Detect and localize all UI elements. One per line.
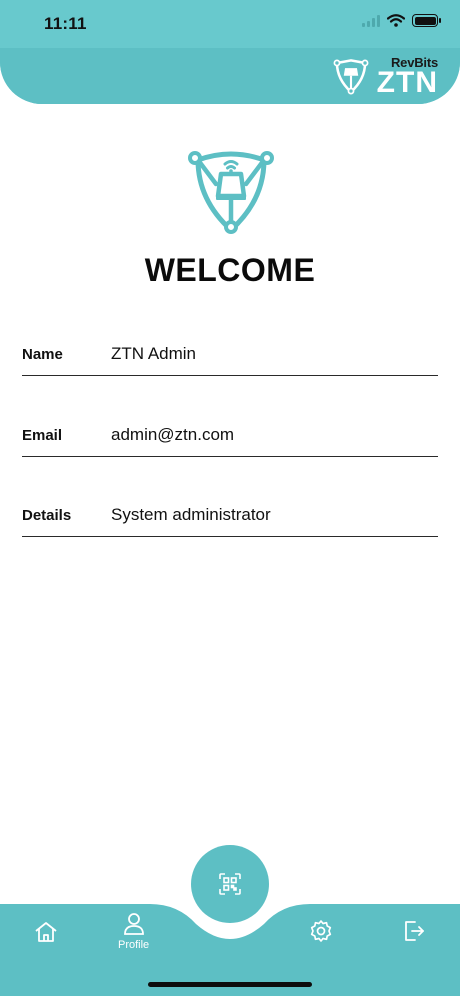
tab-home[interactable] (33, 920, 59, 944)
home-indicator (148, 982, 312, 987)
wifi-icon (387, 14, 405, 27)
tab-profile[interactable]: Profile (118, 912, 149, 951)
status-icons (362, 14, 441, 27)
settings-icon (310, 920, 332, 942)
profile-icon (123, 913, 144, 935)
cellular-signal-icon (362, 14, 380, 27)
tab-logout[interactable] (403, 919, 425, 943)
status-time: 11:11 (44, 14, 87, 33)
details-label: Details (22, 507, 72, 524)
email-label: Email (22, 427, 63, 444)
brand-logo: RevBits ZTN (331, 56, 438, 98)
ztn-logo-icon (333, 59, 369, 95)
qr-scan-icon (219, 873, 241, 895)
name-value: ZTN Admin (111, 344, 197, 363)
name-label: Name (22, 346, 63, 363)
home-icon (35, 922, 57, 942)
welcome-title: WELCOME (144, 252, 316, 288)
logout-icon (405, 921, 424, 941)
brand-big-label: ZTN (376, 66, 438, 99)
qr-scan-button[interactable] (191, 845, 269, 923)
email-field: Email admin@ztn.com (22, 417, 438, 457)
tab-profile-label: Profile (118, 939, 150, 951)
details-value: System administrator (111, 505, 271, 524)
tab-settings[interactable] (309, 919, 333, 943)
email-value: admin@ztn.com (111, 425, 235, 444)
details-field: Details System administrator (22, 497, 438, 537)
name-field: Name ZTN Admin (22, 336, 438, 376)
battery-icon (412, 14, 441, 27)
ztn-logo-icon (188, 151, 274, 234)
